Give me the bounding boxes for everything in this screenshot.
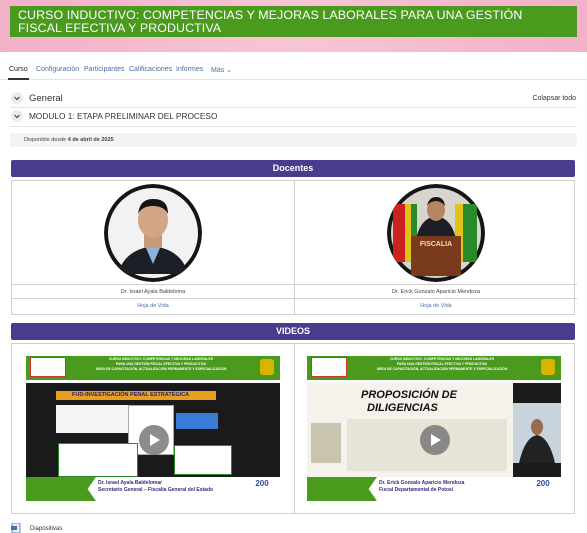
- anniversary-logo: 200: [536, 479, 550, 488]
- video-footer: Dr. Israel Ayala Baldelomar Secretario G…: [26, 477, 280, 501]
- availability-date: 4 de abril de 2025: [67, 137, 114, 143]
- section-modulo-1-title[interactable]: MODULO 1: ETAPA PRELIMINAR DEL PROCESO: [29, 111, 217, 121]
- teacher-photo: FISCALIA: [387, 184, 485, 282]
- divider: [10, 126, 577, 127]
- chevron-down-icon[interactable]: [11, 110, 23, 122]
- video-slide-header: CURSO INDUCTIVO: COMPETENCIAS Y MEJORAS …: [26, 353, 280, 383]
- footer-arrow: [26, 477, 96, 501]
- slide-diagram: [56, 405, 128, 433]
- course-nav-tabs: Curso Configuración Participantes Califi…: [0, 58, 587, 80]
- section-general: General Colapsar todo: [0, 91, 587, 107]
- teacher-photo: [104, 184, 202, 282]
- video-header-text: CURSO INDUCTIVO: COMPETENCIAS Y MEJORAS …: [357, 357, 527, 372]
- tab-mas-label: Más: [211, 67, 225, 74]
- course-title: CURSO INDUCTIVO: COMPETENCIAS Y MEJORAS …: [10, 6, 577, 37]
- bolivia-shield-icon: [260, 359, 274, 375]
- videos-heading: VIDEOS: [11, 323, 575, 340]
- footer-arrow: [307, 477, 377, 501]
- availability-text: Disponible desde 4 de abril de 2025: [24, 137, 114, 143]
- video-presenter: Dr. Erick Gonzalo Aparicio Mendoza Fisca…: [379, 480, 464, 494]
- slide-title-line: DILIGENCIAS: [367, 402, 438, 414]
- docentes-heading: Docentes: [11, 160, 575, 177]
- section-modulo-1: MODULO 1: ETAPA PRELIMINAR DEL PROCESO: [0, 109, 587, 125]
- chevron-down-icon[interactable]: [11, 92, 23, 104]
- teacher-name: Dr. Erick Gonzalo Aparicio Mendoza: [295, 284, 577, 298]
- play-icon[interactable]: [139, 425, 169, 455]
- anniversary-logo: 200: [255, 479, 269, 488]
- tab-participantes[interactable]: Participantes: [84, 66, 124, 73]
- availability-prefix: Disponible desde: [24, 137, 67, 143]
- slide-textbox: [58, 443, 138, 477]
- fiscalia-logo: [311, 357, 347, 377]
- play-icon[interactable]: [420, 425, 450, 455]
- presenter-role: Fiscal Departamental de Potosí: [379, 487, 454, 493]
- video-cell: CURSO INDUCTIVO: COMPETENCIAS Y MEJORAS …: [294, 344, 576, 513]
- teacher-name: Dr. Israel Ayala Baldeloma: [12, 284, 294, 298]
- tab-mas[interactable]: Más ⌄: [211, 66, 232, 74]
- docente-cell: FISCALIA Dr. Erick Gonzalo Aparicio Mend…: [294, 181, 577, 314]
- availability-notice: Disponible desde 4 de abril de 2025: [10, 133, 577, 147]
- slide-title: FUD-INVESTIGACIÓN PENAL ESTRATÉGICA: [56, 391, 216, 400]
- presenter-role: Secretario General – Fiscalía General de…: [98, 487, 214, 493]
- tab-curso[interactable]: Curso: [8, 66, 29, 80]
- bolivia-shield-icon: [541, 359, 555, 375]
- video-presenter: Dr. Israel Ayala Baldelomar Secretario G…: [98, 480, 213, 494]
- slide-chart: [176, 413, 218, 429]
- header-line: ÁREA DE CAPACITACIÓN, ACTUALIZACIÓN PERM…: [376, 367, 508, 371]
- slide-decoration: [311, 423, 341, 463]
- docentes-table: Dr. Israel Ayala Baldeloma Hoja de Vida …: [11, 180, 577, 315]
- teacher-cv-link[interactable]: Hoja de Vida: [295, 298, 577, 312]
- presenter-name: Dr. Israel Ayala Baldelomar: [98, 480, 163, 486]
- video-cell: CURSO INDUCTIVO: COMPETENCIAS Y MEJORAS …: [12, 344, 294, 513]
- teacher-cv-link[interactable]: Hoja de Vida: [12, 298, 294, 312]
- resource-diapositivas-link[interactable]: Diapositivas: [30, 526, 62, 532]
- video-slide-header: CURSO INDUCTIVO: COMPETENCIAS Y MEJORAS …: [307, 353, 561, 383]
- collapse-all-link[interactable]: Colapsar todo: [532, 95, 576, 102]
- slide-textbox: [174, 445, 232, 475]
- video-player[interactable]: CURSO INDUCTIVO: COMPETENCIAS Y MEJORAS …: [307, 353, 561, 501]
- tab-configuracion[interactable]: Configuración: [36, 66, 79, 73]
- file-icon: [11, 523, 21, 533]
- tab-informes[interactable]: Informes: [176, 66, 203, 73]
- video-player[interactable]: CURSO INDUCTIVO: COMPETENCIAS Y MEJORAS …: [26, 353, 280, 501]
- fiscalia-logo: [30, 357, 66, 377]
- presenter-name: Dr. Erick Gonzalo Aparicio Mendoza: [379, 480, 465, 486]
- slide-title: PROPOSICIÓN DE DILIGENCIAS: [361, 389, 457, 415]
- header-line: ÁREA DE CAPACITACIÓN, ACTUALIZACIÓN PERM…: [95, 367, 227, 371]
- videos-table: CURSO INDUCTIVO: COMPETENCIAS Y MEJORAS …: [11, 343, 575, 514]
- podium-label: FISCALIA: [420, 241, 452, 248]
- slide-title-line: PROPOSICIÓN DE: [361, 389, 457, 401]
- video-header-text: CURSO INDUCTIVO: COMPETENCIAS Y MEJORAS …: [76, 357, 246, 372]
- video-footer: Dr. Erick Gonzalo Aparicio Mendoza Fisca…: [307, 477, 561, 501]
- divider: [10, 107, 577, 108]
- section-general-title[interactable]: General: [29, 93, 63, 104]
- presenter-webcam: [513, 383, 561, 479]
- tab-calificaciones[interactable]: Calificaciones: [129, 66, 172, 73]
- docente-cell: Dr. Israel Ayala Baldeloma Hoja de Vida: [12, 181, 294, 314]
- chevron-down-icon: ⌄: [226, 67, 233, 74]
